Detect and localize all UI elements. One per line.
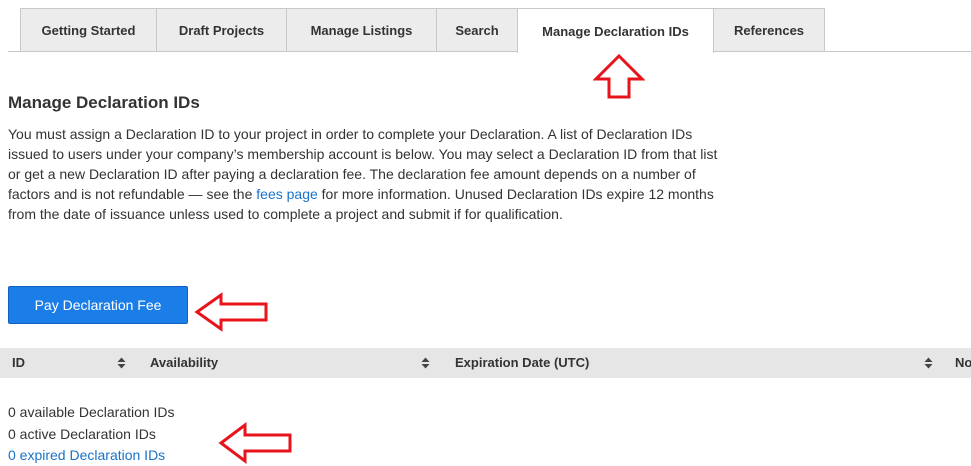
tab-bar: Getting Started Draft Projects Manage Li… — [0, 0, 971, 53]
tab-references[interactable]: References — [713, 8, 825, 51]
pay-declaration-fee-button[interactable]: Pay Declaration Fee — [8, 286, 188, 324]
tab-getting-started[interactable]: Getting Started — [20, 8, 157, 51]
tab-manage-listings[interactable]: Manage Listings — [286, 8, 437, 51]
tab-baseline — [8, 51, 971, 52]
active-ids-count: 0 active Declaration IDs — [8, 426, 156, 442]
intro-paragraph: You must assign a Declaration ID to your… — [8, 124, 720, 224]
column-header-id[interactable]: ID — [12, 348, 25, 378]
column-header-notes[interactable]: No — [955, 348, 971, 378]
tab-manage-declaration-ids[interactable]: Manage Declaration IDs — [517, 8, 714, 53]
expired-ids-link[interactable]: 0 expired Declaration IDs — [8, 447, 165, 463]
sort-icon[interactable] — [924, 348, 933, 378]
sort-icon[interactable] — [421, 348, 430, 378]
annotation-arrow-left-icon — [218, 422, 292, 464]
page-title: Manage Declaration IDs — [8, 93, 200, 112]
fees-page-link[interactable]: fees page — [256, 186, 318, 202]
tab-draft-projects[interactable]: Draft Projects — [156, 8, 287, 51]
tab-search[interactable]: Search — [436, 8, 518, 51]
annotation-arrow-up-icon — [593, 54, 645, 99]
available-ids-count: 0 available Declaration IDs — [8, 404, 175, 420]
sort-icon[interactable] — [117, 348, 126, 378]
declaration-ids-table-header: ID Availability Expiration Date (UTC) No — [0, 348, 971, 378]
column-header-expiration-date[interactable]: Expiration Date (UTC) — [455, 348, 589, 378]
annotation-arrow-left-icon — [194, 292, 268, 332]
column-header-availability[interactable]: Availability — [150, 348, 218, 378]
